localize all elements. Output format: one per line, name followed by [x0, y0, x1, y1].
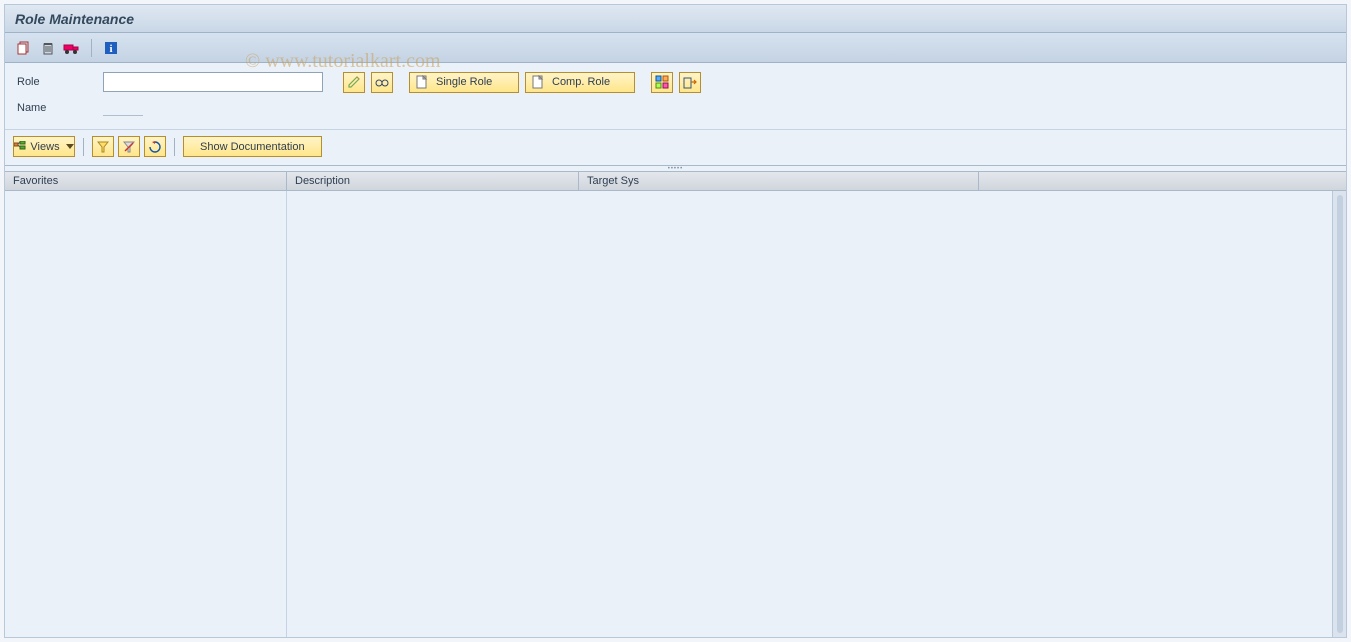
filter-clear-button[interactable] — [118, 136, 140, 157]
table-toolbar: Views Show Documentation — [5, 130, 1346, 165]
info-icon[interactable]: i — [102, 39, 120, 57]
name-label: Name — [17, 102, 97, 114]
transport-icon[interactable] — [63, 39, 81, 57]
grid-tools-icon — [655, 75, 669, 89]
name-value — [103, 100, 143, 116]
filter-icon — [97, 141, 109, 153]
separator — [174, 138, 175, 156]
views-dropdown[interactable]: Views — [13, 136, 75, 157]
scroll-thumb[interactable] — [1337, 195, 1343, 633]
filter-clear-icon — [123, 141, 135, 153]
table-tree-pane[interactable] — [5, 191, 287, 637]
page-icon — [532, 75, 544, 89]
single-role-button[interactable]: Single Role — [409, 72, 519, 93]
page-title: Role Maintenance — [15, 11, 134, 27]
comp-role-label: Comp. Role — [552, 76, 610, 88]
page-icon — [416, 75, 428, 89]
single-role-label: Single Role — [436, 76, 492, 88]
vertical-scrollbar[interactable] — [1332, 191, 1346, 637]
application-toolbar: i — [5, 33, 1346, 63]
column-favorites[interactable]: Favorites — [5, 172, 287, 190]
export-button[interactable] — [679, 72, 701, 93]
export-icon — [683, 75, 697, 89]
views-label: Views — [30, 141, 59, 153]
glasses-icon — [375, 75, 389, 89]
refresh-icon — [149, 141, 161, 153]
dropdown-caret-icon — [66, 144, 74, 149]
table-body — [5, 191, 1346, 637]
separator — [83, 138, 84, 156]
pencil-icon — [347, 75, 361, 89]
separator — [91, 39, 92, 57]
refresh-button[interactable] — [144, 136, 166, 157]
table-header: Favorites Description Target Sys — [5, 171, 1346, 191]
change-button[interactable] — [343, 72, 365, 93]
overview-button[interactable] — [651, 72, 673, 93]
role-label: Role — [17, 76, 97, 88]
display-button[interactable] — [371, 72, 393, 93]
copy-icon[interactable] — [15, 39, 33, 57]
title-bar: Role Maintenance — [5, 5, 1346, 33]
favorites-table: ••••• Favorites Description Target Sys — [5, 165, 1346, 637]
table-detail-pane[interactable] — [287, 191, 1332, 637]
column-target-sys[interactable]: Target Sys — [579, 172, 979, 190]
column-description[interactable]: Description — [287, 172, 579, 190]
svg-text:i: i — [109, 43, 112, 55]
role-input[interactable] — [103, 72, 323, 92]
filter-button[interactable] — [92, 136, 114, 157]
comp-role-button[interactable]: Comp. Role — [525, 72, 635, 93]
delete-icon[interactable] — [39, 39, 57, 57]
column-blank — [979, 172, 1346, 190]
tree-icon — [14, 141, 26, 153]
show-documentation-button[interactable]: Show Documentation — [183, 136, 322, 157]
show-documentation-label: Show Documentation — [200, 141, 305, 153]
selection-form: Role Single Role Comp. Role — [5, 63, 1346, 130]
